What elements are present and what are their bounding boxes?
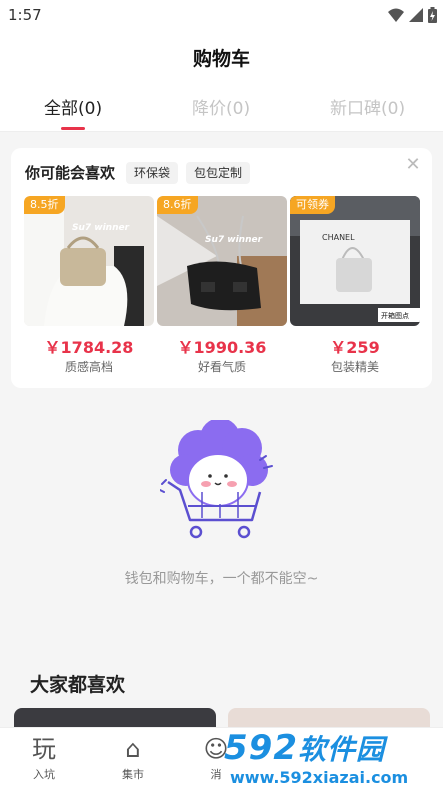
product-name: 包装精美 (330, 360, 379, 374)
discount-badge: 8.6折 (157, 196, 198, 214)
empty-cart-state: 钱包和购物车，一个都不能空~ (0, 420, 443, 600)
product-list: Su7 winner 8.5折 ￥1784.28 质感高档 Su7 winner… (24, 196, 420, 376)
site-watermark: 592软件园 www.592xiazai.com (220, 728, 443, 789)
product-price: ￥1990.36 (177, 338, 267, 357)
nav-item-play[interactable]: 玩 入坑 (14, 734, 74, 782)
signal-icon (409, 8, 423, 22)
tab-new-reviews[interactable]: 新口碑(0) (330, 94, 405, 119)
watermark-brand-cn: 软件园 (297, 733, 385, 766)
watermark-url: www.592xiazai.com (230, 768, 409, 787)
product-card[interactable]: Su7 winner 8.5折 ￥1784.28 质感高档 (24, 196, 154, 376)
tag-custom-bag[interactable]: 包包定制 (186, 162, 251, 184)
close-icon[interactable]: ✕ (402, 154, 424, 176)
active-tab-indicator (61, 127, 85, 130)
product-card[interactable]: Su7 winner 8.6折 ￥1990.36 好看气质 (157, 196, 287, 376)
product-image-caption: Su7 winner (205, 235, 263, 245)
cart-mascot-illustration (160, 420, 273, 539)
product-name: 质感高档 (64, 360, 113, 374)
discount-badge: 8.5折 (24, 196, 65, 214)
product-image: Su7 winner 8.6折 (157, 196, 287, 326)
watermark-brand: 592 (224, 728, 298, 768)
market-icon: ⌂ (125, 735, 141, 763)
product-card[interactable]: CHANEL 开箱图点 可领券 ￥259 包装精美 (290, 196, 420, 376)
nav-item-market[interactable]: ⌂ 集市 (103, 734, 163, 782)
tab-all[interactable]: 全部(0) (44, 94, 102, 119)
product-price: ￥1784.28 (44, 338, 134, 357)
product-name: 好看气质 (197, 360, 246, 374)
nav-label: 集市 (122, 768, 144, 781)
coupon-badge: 可领券 (290, 196, 335, 214)
page-title: 购物车 (192, 48, 250, 70)
play-icon: 玩 (32, 735, 56, 763)
product-price: ￥259 (330, 338, 380, 357)
recommendation-card: 你可能会喜欢 环保袋 包包定制 ✕ Su7 winner 8.5折 ￥1784.… (11, 148, 432, 388)
wifi-icon (388, 8, 404, 22)
empty-cart-message: 钱包和购物车，一个都不能空~ (124, 571, 319, 587)
tag-eco-bag[interactable]: 环保袋 (126, 162, 179, 184)
product-image: CHANEL 开箱图点 可领券 (290, 196, 420, 326)
status-time: 1:57 (8, 6, 42, 24)
status-icons (388, 7, 437, 23)
status-bar: 1:57 (0, 0, 443, 32)
watermark-logo: 592软件园 (224, 728, 385, 768)
product-image-caption: CHANEL (322, 233, 355, 242)
product-image: Su7 winner 8.5折 (24, 196, 154, 326)
product-image-caption-2: 开箱图点 (381, 311, 409, 320)
recommendation-title: 你可能会喜欢 (25, 164, 116, 182)
product-image-caption: Su7 winner (72, 223, 130, 233)
nav-label: 入坑 (33, 768, 55, 781)
cart-header: 购物车 全部(0) 降价(0) 新口碑(0) (0, 32, 443, 132)
feed-title: 大家都喜欢 (30, 674, 126, 696)
cart-tabs: 全部(0) 降价(0) 新口碑(0) (0, 94, 443, 128)
tab-price-drop[interactable]: 降价(0) (192, 94, 250, 119)
battery-icon (428, 7, 437, 23)
